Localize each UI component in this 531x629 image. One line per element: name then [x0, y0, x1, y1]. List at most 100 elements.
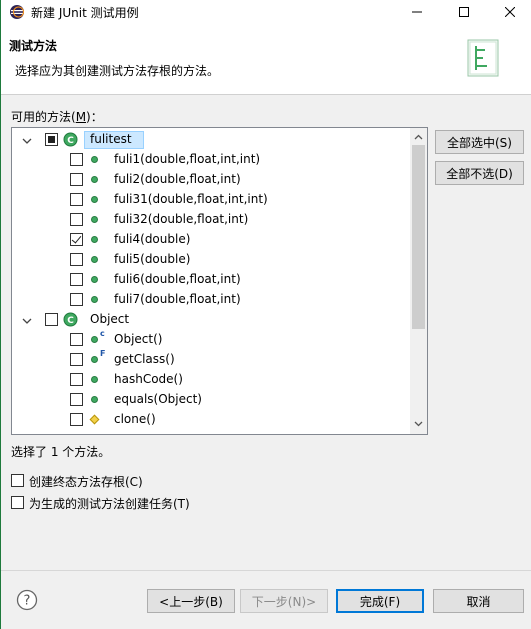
- tree-node-method[interactable]: fuli4(double): [12, 230, 412, 250]
- method-label: clone(): [114, 412, 156, 426]
- class-icon: C: [63, 312, 78, 327]
- methods-tree[interactable]: C fulitest fuli1(double,float,int,int) f…: [11, 127, 428, 435]
- method-checkbox[interactable]: [70, 153, 83, 166]
- method-checkbox[interactable]: [70, 373, 83, 386]
- class-checkbox-object[interactable]: [45, 313, 58, 326]
- method-label: fuli32(double,float,int): [114, 212, 249, 226]
- method-checkbox[interactable]: [70, 293, 83, 306]
- help-icon[interactable]: ?: [16, 589, 38, 611]
- public-method-icon: [91, 256, 98, 263]
- window-title: 新建 JUnit 测试用例: [31, 6, 139, 20]
- deselect-all-button[interactable]: 全部不选(D): [435, 161, 524, 185]
- tree-node-method[interactable]: fuli32(double,float,int): [12, 210, 412, 230]
- method-checkbox[interactable]: [70, 273, 83, 286]
- finish-button[interactable]: 完成(F): [336, 589, 424, 613]
- public-method-icon: [91, 276, 98, 283]
- final-stubs-checkbox[interactable]: [11, 474, 24, 487]
- method-checkbox[interactable]: [70, 333, 83, 346]
- help-glyph: ?: [24, 594, 31, 609]
- tree-node-method[interactable]: fuli31(double,float,int,int): [12, 190, 412, 210]
- back-button[interactable]: <上一步(B): [147, 589, 235, 613]
- tree-node-method[interactable]: F getClass(): [12, 349, 412, 370]
- scrollbar-thumb[interactable]: [412, 145, 425, 329]
- method-checkbox[interactable]: [70, 253, 83, 266]
- public-method-icon: [91, 216, 98, 223]
- public-method-icon: [91, 296, 98, 303]
- create-tasks-checkbox[interactable]: [11, 496, 24, 509]
- option-final-stubs[interactable]: 创建终态方法存根(C): [11, 472, 311, 490]
- method-checkbox[interactable]: [70, 413, 83, 426]
- create-tasks-label: 为生成的测试方法创建任务(T): [29, 497, 190, 511]
- maximize-icon: [459, 7, 469, 17]
- chevron-down-icon[interactable]: [22, 136, 32, 146]
- tree-node-fulitest[interactable]: C fulitest: [12, 130, 412, 150]
- public-method-icon: [91, 176, 98, 183]
- tree-node-method[interactable]: fuli5(double): [12, 250, 412, 270]
- method-label: fuli31(double,float,int,int): [114, 192, 268, 206]
- method-checkbox[interactable]: [70, 393, 83, 406]
- option-create-tasks[interactable]: 为生成的测试方法创建任务(T): [11, 494, 311, 512]
- class-checkbox-fulitest[interactable]: [45, 133, 58, 146]
- public-method-icon: [91, 196, 98, 203]
- title-bar: 新建 JUnit 测试用例: [1, 0, 531, 24]
- page-description: 选择应为其创建测试方法存根的方法。: [15, 64, 220, 78]
- method-checkbox[interactable]: [70, 233, 83, 246]
- next-button[interactable]: 下一步(N)>: [240, 589, 328, 613]
- public-method-icon: [91, 156, 98, 163]
- tree-scrollbar[interactable]: [410, 128, 427, 434]
- final-method-icon: [91, 356, 98, 363]
- public-method-icon: [91, 376, 98, 383]
- method-label: fuli7(double,float,int): [114, 292, 241, 306]
- tree-node-method[interactable]: fuli6(double,float,int): [12, 270, 412, 290]
- method-checkbox[interactable]: [70, 213, 83, 226]
- method-label: getClass(): [114, 352, 175, 366]
- available-methods-label: 可用的方法(M)：: [11, 110, 103, 124]
- junit-wizard-icon: [467, 39, 499, 77]
- tree-node-method[interactable]: fuli1(double,float,int,int): [12, 150, 412, 170]
- maximize-button[interactable]: [441, 0, 487, 24]
- svg-text:C: C: [67, 316, 74, 326]
- selection-status: 选择了 1 个方法。: [11, 445, 111, 459]
- class-icon: C: [63, 132, 78, 147]
- class-label: Object: [90, 312, 130, 326]
- close-icon: [505, 7, 515, 17]
- final-stubs-label: 创建终态方法存根(C): [29, 475, 143, 489]
- tree-node-method[interactable]: equals(Object): [12, 390, 412, 410]
- minimize-button[interactable]: [394, 0, 440, 24]
- scroll-down-icon[interactable]: [414, 419, 423, 428]
- page-title: 测试方法: [9, 39, 58, 53]
- junit-wizard-dialog: 新建 JUnit 测试用例 测试方法 选择应为其创建测试方法存根的方法。 可用的…: [0, 0, 531, 629]
- method-label: hashCode(): [114, 372, 183, 386]
- tree-node-method[interactable]: clone(): [12, 410, 412, 430]
- method-label: fuli4(double): [114, 232, 191, 246]
- method-label: fuli2(double,float,int): [114, 172, 241, 186]
- method-label: equals(Object): [114, 392, 202, 406]
- tree-node-method[interactable]: c Object(): [12, 329, 412, 350]
- select-all-button[interactable]: 全部选中(S): [435, 130, 524, 154]
- minimize-icon: [412, 11, 422, 13]
- scroll-up-icon[interactable]: [414, 133, 423, 142]
- chevron-down-icon[interactable]: [22, 316, 32, 326]
- method-label: fuli1(double,float,int,int): [114, 152, 261, 166]
- footer-divider: [1, 570, 531, 571]
- eclipse-app-icon: [10, 5, 24, 19]
- method-label: Object(): [114, 332, 163, 346]
- constructor-icon: [91, 336, 98, 343]
- tree-node-method[interactable]: fuli2(double,float,int): [12, 170, 412, 190]
- method-label: fuli5(double): [114, 252, 191, 266]
- tree-node-method[interactable]: hashCode(): [12, 370, 412, 390]
- method-checkbox[interactable]: [70, 353, 83, 366]
- protected-method-icon: [89, 414, 100, 425]
- class-label: fulitest: [90, 132, 132, 146]
- close-button[interactable]: [487, 0, 531, 24]
- method-label: fuli6(double,float,int): [114, 272, 241, 286]
- cancel-button[interactable]: 取消: [433, 589, 524, 613]
- tree-node-object[interactable]: C Object: [12, 310, 412, 330]
- tree-node-method[interactable]: fuli7(double,float,int): [12, 290, 412, 310]
- final-badge: F: [100, 349, 106, 358]
- method-checkbox[interactable]: [70, 193, 83, 206]
- wizard-banner: 测试方法 选择应为其创建测试方法存根的方法。: [1, 24, 531, 95]
- svg-text:C: C: [67, 136, 74, 146]
- public-method-icon: [91, 396, 98, 403]
- method-checkbox[interactable]: [70, 173, 83, 186]
